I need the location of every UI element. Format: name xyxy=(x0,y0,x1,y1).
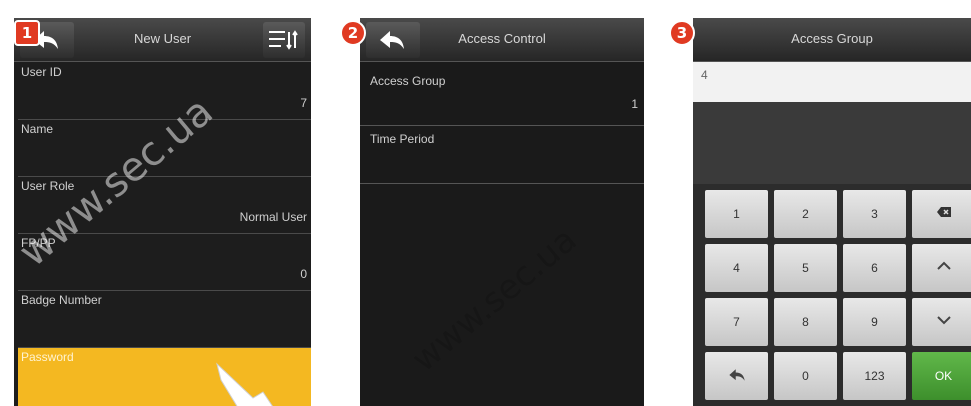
up-key[interactable] xyxy=(912,244,971,292)
field-label: Access Group xyxy=(370,74,446,88)
key-1[interactable]: 1 xyxy=(705,190,768,238)
title-bar: Access Control xyxy=(360,18,644,62)
screen-title: Access Control xyxy=(458,31,546,46)
title-bar: New User xyxy=(14,18,311,62)
value-input[interactable]: 4 xyxy=(693,62,971,102)
key-3[interactable]: 3 xyxy=(843,190,906,238)
field-label: User Role xyxy=(21,179,75,193)
menu-button[interactable] xyxy=(263,22,305,58)
chevron-up-icon xyxy=(936,261,951,270)
input-value: 4 xyxy=(701,68,708,82)
access-group-screen: Access Group 4 1 2 3 4 5 6 7 8 9 0 123 O… xyxy=(693,18,971,406)
key-4[interactable]: 4 xyxy=(705,244,768,292)
field-badge-number[interactable]: Badge Number xyxy=(18,291,311,348)
step-badge-1: 1 xyxy=(14,20,40,46)
field-access-group[interactable]: Access Group 1 xyxy=(360,68,644,126)
chevron-down-icon xyxy=(936,316,951,325)
backspace-key[interactable] xyxy=(912,190,971,238)
backspace-icon xyxy=(936,207,951,217)
key-7[interactable]: 7 xyxy=(705,298,768,346)
back-key[interactable] xyxy=(705,352,768,400)
ok-key[interactable]: OK xyxy=(912,352,971,400)
hand-pointer-icon xyxy=(216,362,273,406)
key-8[interactable]: 8 xyxy=(774,298,837,346)
field-label: Badge Number xyxy=(21,293,102,307)
field-value: 1 xyxy=(631,97,638,111)
step-badge-2: 2 xyxy=(340,20,366,46)
step-badge-3: 3 xyxy=(669,20,695,46)
title-bar: Access Group xyxy=(693,18,971,62)
screen-title: Access Group xyxy=(791,31,873,46)
key-6[interactable]: 6 xyxy=(843,244,906,292)
down-key[interactable] xyxy=(912,298,971,346)
field-value: 7 xyxy=(300,96,307,110)
field-password[interactable]: Password xyxy=(18,348,311,406)
field-label: User ID xyxy=(21,65,62,79)
field-time-period[interactable]: Time Period xyxy=(360,126,644,184)
menu-sort-icon xyxy=(269,30,298,50)
back-arrow-icon xyxy=(728,369,745,381)
access-field-list: Access Group 1 Time Period xyxy=(360,68,644,184)
field-label: Time Period xyxy=(370,132,435,146)
key-0[interactable]: 0 xyxy=(774,352,837,400)
access-control-screen: Access Control Access Group 1 Time Perio… xyxy=(360,18,644,406)
candidate-area xyxy=(693,102,971,184)
key-5[interactable]: 5 xyxy=(774,244,837,292)
field-value: 0 xyxy=(300,267,307,281)
field-value: Normal User xyxy=(239,210,307,224)
key-123[interactable]: 123 xyxy=(843,352,906,400)
key-2[interactable]: 2 xyxy=(774,190,837,238)
numeric-keypad: 1 2 3 4 5 6 7 8 9 0 123 OK xyxy=(693,184,971,406)
key-9[interactable]: 9 xyxy=(843,298,906,346)
